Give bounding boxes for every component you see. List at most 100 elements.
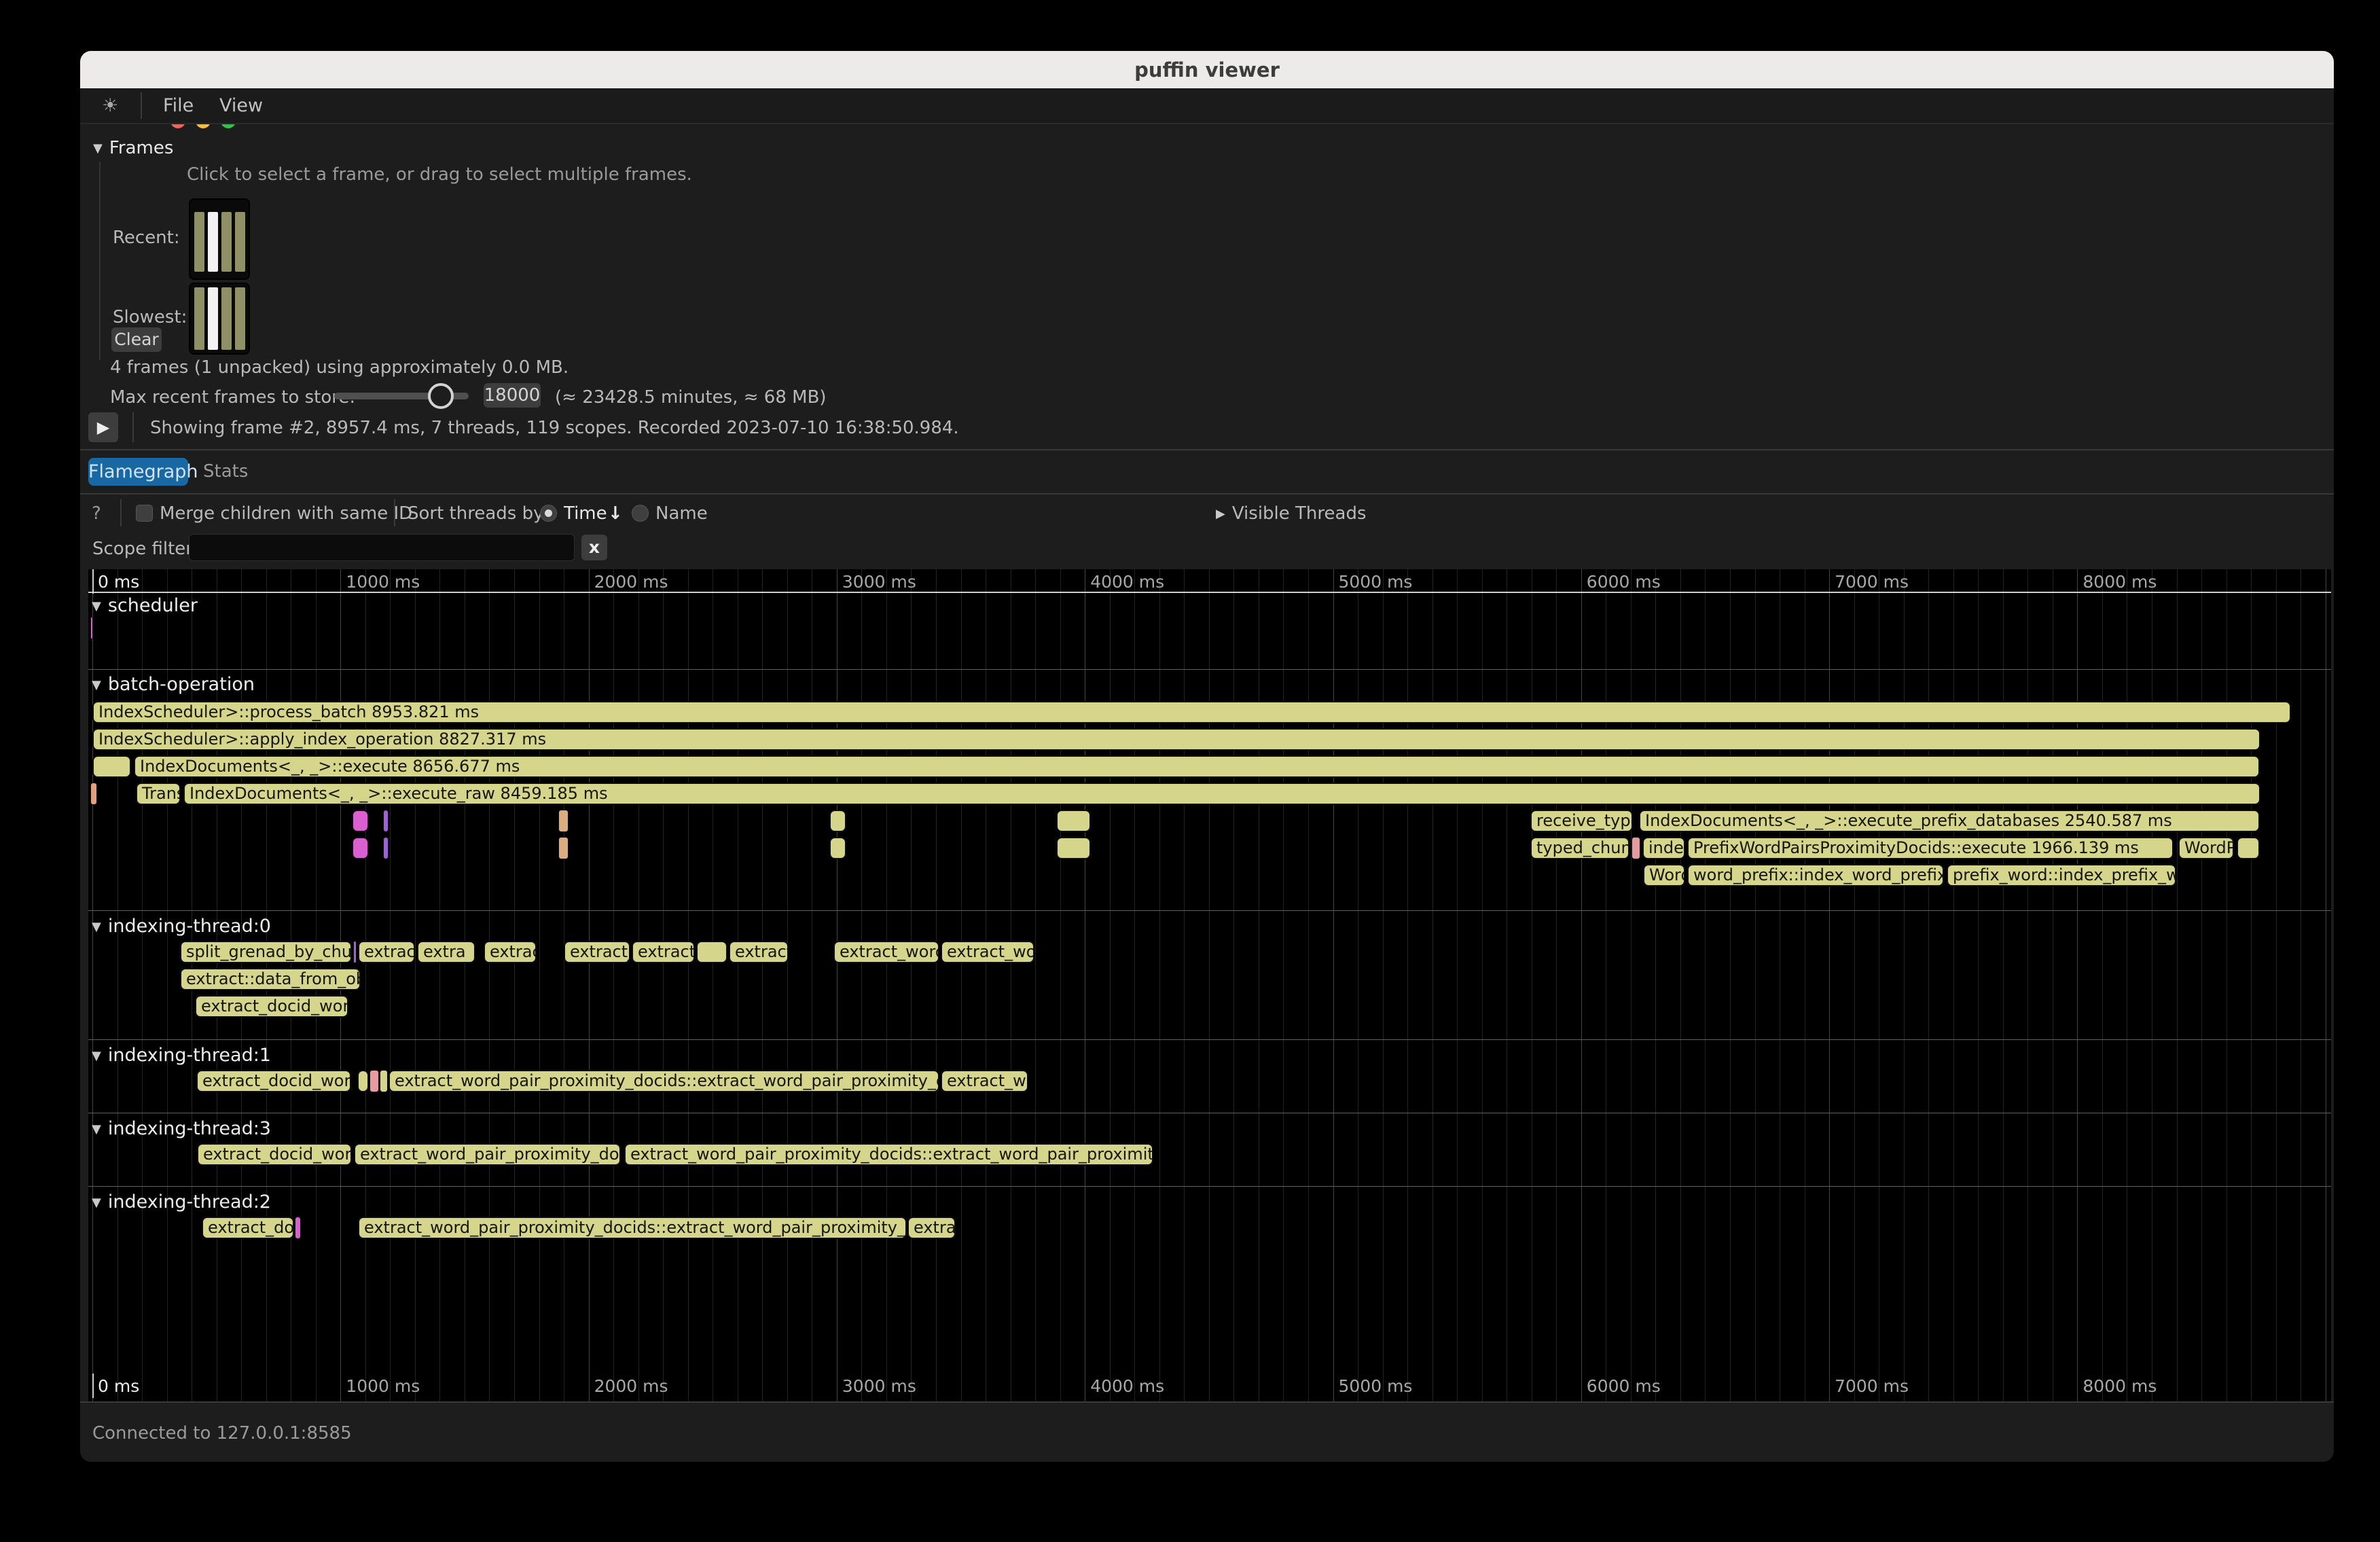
- scope-bar[interactable]: prefix_word::index_prefix_wo: [1947, 864, 2176, 886]
- frame-bar[interactable]: [208, 212, 218, 272]
- scope-bar[interactable]: extract_doc: [202, 1217, 294, 1239]
- thread-header-scheduler[interactable]: ▼scheduler: [92, 595, 198, 616]
- scope-bar[interactable]: [90, 617, 93, 639]
- scope-bar[interactable]: extract_wo: [941, 1070, 1028, 1092]
- thread-header-indexing-thread:0[interactable]: ▼indexing-thread:0: [92, 916, 271, 937]
- scope-bar[interactable]: [352, 810, 369, 832]
- gridline-minor: [489, 569, 490, 1401]
- max-frames-value[interactable]: 18000: [484, 383, 541, 408]
- merge-children-checkbox[interactable]: [136, 505, 153, 522]
- scope-bar[interactable]: extrac: [907, 1217, 956, 1239]
- scope-bar[interactable]: [558, 837, 569, 859]
- scope-bar[interactable]: [352, 837, 369, 859]
- scope-bar[interactable]: [2237, 837, 2260, 859]
- scope-bar[interactable]: receive_typed_: [1530, 810, 1633, 832]
- slider-knob-icon[interactable]: [428, 383, 454, 409]
- scope-bar[interactable]: extract_docid_word: [197, 1143, 352, 1166]
- flamegraph-canvas[interactable]: 0 ms1000 ms2000 ms3000 ms4000 ms5000 ms6…: [88, 569, 2331, 1401]
- sort-name-radio[interactable]: [632, 505, 649, 522]
- scope-bar[interactable]: extract_word_pair_proximity_docids::extr…: [624, 1143, 1153, 1166]
- scope-bar[interactable]: extract_wo: [941, 941, 1034, 963]
- scope-bar[interactable]: [383, 837, 389, 859]
- scope-bar[interactable]: IndexScheduler>::process_batch 8953.821 …: [92, 701, 2291, 723]
- scope-bar[interactable]: Trans: [136, 783, 181, 805]
- collapse-icon: ▼: [93, 141, 103, 156]
- scope-bar[interactable]: IndexDocuments<_, _>::execute 8656.677 m…: [134, 755, 2260, 778]
- scope-bar[interactable]: extract_: [564, 941, 630, 963]
- scope-bar[interactable]: [357, 1070, 369, 1092]
- scope-bar[interactable]: extract_docid_word: [195, 995, 348, 1018]
- visible-threads-header[interactable]: ▶Visible Threads: [1216, 503, 1367, 524]
- scope-bar[interactable]: [369, 1070, 379, 1092]
- scope-bar[interactable]: [90, 783, 97, 805]
- scope-bar[interactable]: [295, 1217, 301, 1239]
- frame-bar[interactable]: [194, 287, 204, 350]
- scope-bar[interactable]: IndexDocuments<_, _>::execute_raw 8459.1…: [183, 783, 2260, 805]
- scope-bar[interactable]: extract_word: [833, 941, 939, 963]
- help-button[interactable]: ?: [92, 503, 101, 524]
- scope-bar[interactable]: split_grenad_by_chun: [180, 941, 352, 963]
- scope-bar[interactable]: typed_chunk::w: [1530, 837, 1629, 859]
- scope-bar[interactable]: IndexDocuments<_, _>::execute_prefix_dat…: [1639, 810, 2260, 832]
- menu-item-file[interactable]: File: [163, 88, 194, 123]
- scope-filter-input[interactable]: [189, 534, 575, 561]
- thread-header-indexing-thread:3[interactable]: ▼indexing-thread:3: [92, 1118, 271, 1139]
- gridline-major: [2077, 569, 2078, 1401]
- scope-bar[interactable]: extract::data_from_ob: [180, 968, 361, 990]
- scope-label: extract_wo: [942, 1071, 1027, 1090]
- scope-bar[interactable]: extract_docid_word: [196, 1070, 351, 1092]
- scope-bar[interactable]: [353, 941, 357, 963]
- scope-bar[interactable]: IndexScheduler>::apply_index_operation 8…: [92, 728, 2260, 751]
- frame-bar[interactable]: [235, 287, 245, 350]
- scope-bar[interactable]: [829, 810, 846, 832]
- frame-bar[interactable]: [208, 287, 218, 350]
- scope-bar[interactable]: [829, 837, 846, 859]
- scope-bar[interactable]: [380, 1070, 388, 1092]
- theme-toggle-icon[interactable]: ☀: [102, 88, 118, 123]
- gridline-minor: [2251, 569, 2252, 1401]
- scope-bar[interactable]: extract_: [632, 941, 695, 963]
- recent-frames-thumbnail[interactable]: [189, 198, 250, 280]
- frame-bar[interactable]: [235, 212, 245, 272]
- clear-button[interactable]: Clear: [111, 327, 162, 352]
- scope-bar[interactable]: Word: [1643, 864, 1685, 886]
- sort-direction-arrow-icon[interactable]: ↓: [608, 503, 623, 524]
- scope-bar[interactable]: [1056, 837, 1091, 859]
- scope-bar[interactable]: [696, 941, 727, 963]
- scope-bar[interactable]: extract: [729, 941, 789, 963]
- scope-bar[interactable]: extract_word_pair_proximity_docids::extr…: [358, 1217, 907, 1239]
- scope-bar[interactable]: extract_word_pair_proximity_docids: [354, 1143, 621, 1166]
- play-button[interactable]: ▶: [88, 412, 118, 442]
- menu-item-view[interactable]: View: [219, 88, 263, 123]
- axis-tick-label: 8000 ms: [2082, 572, 2157, 592]
- gridline-minor: [961, 569, 962, 1401]
- thread-header-indexing-thread:2[interactable]: ▼indexing-thread:2: [92, 1191, 271, 1213]
- thread-header-batch-operation[interactable]: ▼batch-operation: [92, 674, 255, 695]
- scope-bar[interactable]: extra: [417, 941, 475, 963]
- frame-bar[interactable]: [194, 212, 204, 272]
- sort-time-radio[interactable]: [540, 505, 557, 522]
- frame-bar[interactable]: [221, 287, 232, 350]
- tab-stats[interactable]: Stats: [203, 461, 248, 482]
- scope-bar[interactable]: [1056, 810, 1091, 832]
- frames-section-header[interactable]: ▼Frames: [93, 138, 173, 158]
- scope-bar[interactable]: extrac: [484, 941, 537, 963]
- scope-bar[interactable]: index: [1642, 837, 1685, 859]
- tab-flamegraph[interactable]: Flamegraph: [88, 458, 188, 486]
- scope-bar[interactable]: [383, 810, 389, 832]
- scope-bar[interactable]: [92, 755, 131, 778]
- slowest-frames-thumbnail[interactable]: [189, 283, 250, 355]
- scope-bar[interactable]: extract_word_pair_proximity_docids::extr…: [389, 1070, 939, 1092]
- scope-bar[interactable]: [1631, 837, 1640, 859]
- scope-bar[interactable]: PrefixWordPairsProximityDocids::execute …: [1687, 837, 2174, 859]
- gridline-minor: [762, 569, 763, 1401]
- frame-bar[interactable]: [221, 212, 232, 272]
- scope-bar[interactable]: WordPr: [2178, 837, 2234, 859]
- gridline-minor: [1184, 569, 1185, 1401]
- scope-bar[interactable]: word_prefix::index_word_prefix_: [1687, 864, 1944, 886]
- thread-header-indexing-thread:1[interactable]: ▼indexing-thread:1: [92, 1045, 271, 1066]
- scope-bar[interactable]: [558, 810, 569, 832]
- thread-name: indexing-thread:3: [108, 1118, 271, 1139]
- clear-filter-button[interactable]: x: [581, 535, 607, 560]
- scope-bar[interactable]: extract: [358, 941, 415, 963]
